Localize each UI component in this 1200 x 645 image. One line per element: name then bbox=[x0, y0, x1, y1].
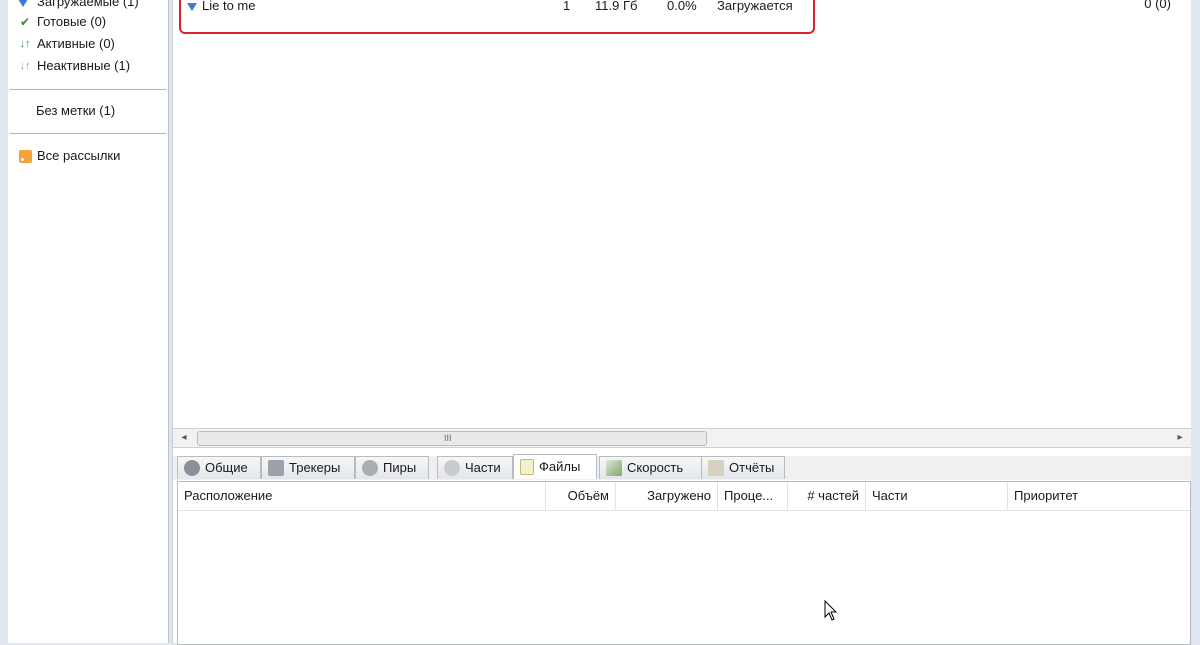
tab-label: Файлы bbox=[539, 459, 581, 474]
pieces-icon bbox=[444, 460, 460, 476]
sidebar-item-all-feeds[interactable]: Все рассылки bbox=[18, 146, 120, 166]
column-downloaded[interactable]: Загружено bbox=[616, 482, 718, 510]
sidebar-item-label: Активные (0) bbox=[37, 36, 115, 51]
tab-label: Трекеры bbox=[289, 460, 341, 475]
logger-icon bbox=[708, 460, 724, 476]
torrent-row[interactable]: Lie to me 1 11.9 Гб 0.0% Загружается bbox=[179, 0, 815, 34]
tracker-icon bbox=[268, 460, 284, 476]
column-percent[interactable]: Проце... bbox=[718, 482, 788, 510]
tab-label: Пиры bbox=[383, 460, 417, 475]
sidebar-item-label: Загружаемые (1) bbox=[37, 0, 139, 9]
tab-label: Отчёты bbox=[729, 460, 775, 475]
files-list: Расположение Объём Загружено Проце... # … bbox=[177, 481, 1191, 645]
up-down-arrows-icon: ↓ ↑ bbox=[19, 38, 31, 50]
sidebar-item-no-label[interactable]: Без метки (1) bbox=[36, 101, 115, 121]
window-edge bbox=[1192, 0, 1200, 643]
sidebar-item-completed[interactable]: ✔ Готовые (0) bbox=[18, 12, 106, 32]
torrent-name: Lie to me bbox=[202, 0, 256, 13]
inactive-arrows-icon: ↓↑ bbox=[19, 60, 31, 72]
torrent-size: 11.9 Гб bbox=[595, 0, 638, 13]
sidebar-item-label: Готовые (0) bbox=[37, 14, 107, 29]
details-tabs: Общие Трекеры Пиры Части Файлы Скорость … bbox=[173, 454, 1191, 480]
tab-speed[interactable]: Скорость bbox=[599, 456, 703, 479]
torrent-status: Загружается bbox=[717, 0, 793, 13]
tab-pieces[interactable]: Части bbox=[437, 456, 513, 479]
tab-label: Скорость bbox=[627, 460, 684, 475]
torrent-name-cell: Lie to me bbox=[187, 0, 255, 15]
rss-icon bbox=[18, 149, 32, 163]
category-sidebar: Загружаемые (1) ✔ Готовые (0) ↓ ↑ Активны… bbox=[8, 0, 169, 643]
sidebar-item-label: Без метки (1) bbox=[36, 103, 116, 118]
torrent-number: 1 bbox=[563, 0, 571, 13]
scroll-left-icon[interactable]: ◂ bbox=[175, 429, 193, 447]
tab-general[interactable]: Общие bbox=[177, 456, 261, 479]
tab-label: Общие bbox=[205, 460, 248, 475]
info-icon bbox=[184, 460, 200, 476]
sidebar-item-label: Неактивные (1) bbox=[37, 58, 131, 73]
column-size[interactable]: Объём bbox=[546, 482, 616, 510]
tab-files[interactable]: Файлы bbox=[513, 454, 597, 479]
files-icon bbox=[520, 459, 534, 475]
tab-logger[interactable]: Отчёты bbox=[701, 456, 785, 479]
tab-label: Части bbox=[465, 460, 501, 475]
files-column-header: Расположение Объём Загружено Проце... # … bbox=[178, 482, 1190, 511]
column-path[interactable]: Расположение bbox=[178, 482, 546, 510]
tab-trackers[interactable]: Трекеры bbox=[261, 456, 355, 479]
speed-icon bbox=[606, 460, 622, 476]
column-priority[interactable]: Приоритет bbox=[1008, 482, 1176, 510]
horizontal-scrollbar[interactable]: ◂ III ▸ bbox=[173, 428, 1191, 448]
sidebar-divider bbox=[10, 89, 166, 90]
check-icon: ✔ bbox=[19, 15, 31, 29]
column-pieces[interactable]: Части bbox=[866, 482, 1008, 510]
sidebar-item-label: Все рассылки bbox=[37, 148, 121, 163]
tab-peers[interactable]: Пиры bbox=[355, 456, 429, 479]
peers-icon bbox=[362, 460, 378, 476]
scrollbar-grip: III bbox=[444, 433, 452, 443]
scrollbar-thumb[interactable]: III bbox=[197, 431, 707, 446]
column-pieces-count[interactable]: # частей bbox=[788, 482, 866, 510]
down-arrow-icon bbox=[17, 0, 32, 9]
sidebar-item-active[interactable]: ↓ ↑ Активные (0) bbox=[18, 34, 115, 54]
sidebar-divider bbox=[10, 133, 166, 134]
scroll-right-icon[interactable]: ▸ bbox=[1171, 429, 1189, 447]
mouse-cursor-icon bbox=[824, 600, 838, 621]
sidebar-item-inactive[interactable]: ↓↑ Неактивные (1) bbox=[18, 56, 131, 76]
torrent-peers: 0 (0) bbox=[1144, 0, 1171, 11]
sidebar-item-downloading[interactable]: Загружаемые (1) bbox=[17, 0, 139, 12]
torrent-progress: 0.0% bbox=[667, 0, 697, 13]
main-pane: Lie to me 1 11.9 Гб 0.0% Загружается 0 (… bbox=[172, 0, 1191, 645]
downloading-icon bbox=[187, 3, 197, 11]
